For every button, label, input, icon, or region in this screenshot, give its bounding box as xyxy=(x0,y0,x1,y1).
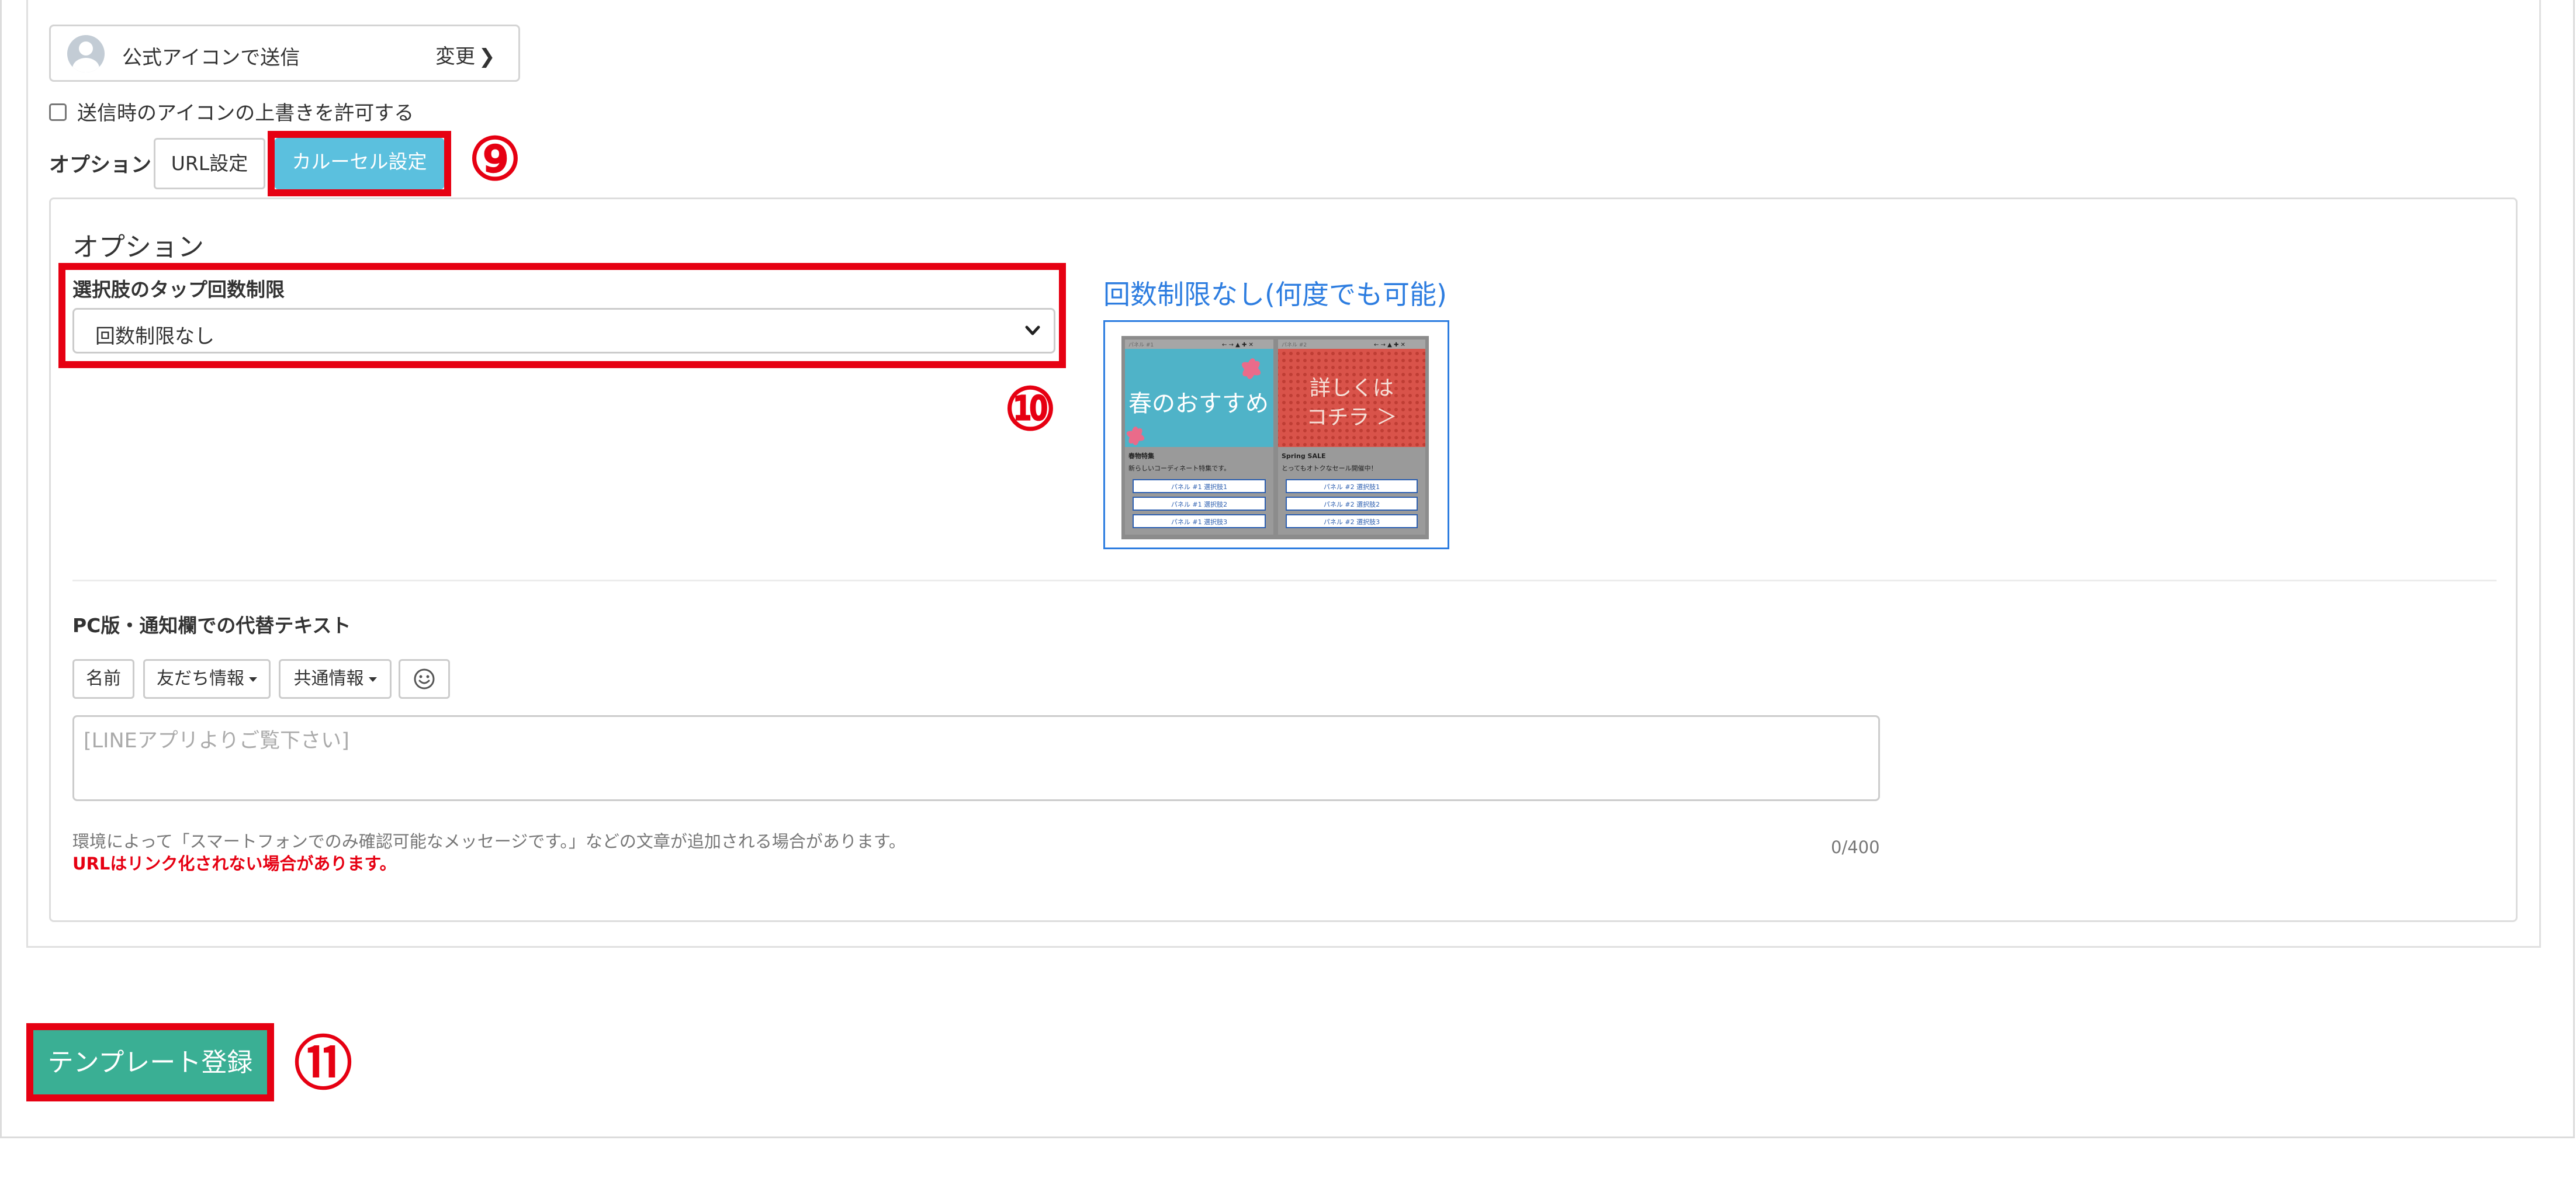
preview-panel-2-choice-2: パネル #2 選択肢2 xyxy=(1324,500,1380,508)
preview-panel-1: パネル #1 ← → ▲ ✚ ✕ 春のおすすめ 春物特集 新らしいコーディネート… xyxy=(1125,339,1273,535)
url-settings-tab[interactable]: URL設定 xyxy=(154,138,265,189)
preview-panel-2: パネル #2 ← → ▲ ✚ ✕ 詳しくは コチラ ＞ Spring SALE … xyxy=(1278,339,1425,535)
alt-text-label: PC版・通知欄での代替テキスト xyxy=(72,614,351,637)
preview-panel-1-description: 新らしいコーディネート特集です。 xyxy=(1128,464,1230,472)
preview-title: 回数制限なし(何度でも可能) xyxy=(1103,279,1447,310)
change-label: 変更 xyxy=(435,45,475,68)
preview-panel-1-choice-2: パネル #1 選択肢2 xyxy=(1171,500,1227,508)
avatar-icon xyxy=(67,35,105,72)
annotation-frame-11 xyxy=(26,1023,274,1101)
section-divider xyxy=(72,580,2497,581)
friend-info-dropdown[interactable]: 友だち情報 xyxy=(143,659,271,699)
sender-icon-selector[interactable]: 公式アイコンで送信 変更 ❯ xyxy=(49,25,520,82)
svg-text:← → ▲ ✚ ✕: ← → ▲ ✚ ✕ xyxy=(1374,342,1405,348)
preview-panel-2-description: とってもオトクなセール開催中！ xyxy=(1282,464,1377,472)
common-info-dropdown[interactable]: 共通情報 xyxy=(279,659,392,699)
preview-panel-2-image-text-2: コチラ ＞ xyxy=(1306,406,1397,429)
smiley-icon xyxy=(414,668,435,689)
preview-panel-2-name: Spring SALE xyxy=(1282,452,1326,460)
alt-text-notice: 環境によって「スマートフォンでのみ確認可能なメッセージです。」などの文章が追加さ… xyxy=(72,831,906,851)
caret-down-icon xyxy=(368,677,377,682)
options-row-label: オプション xyxy=(49,154,152,177)
annotation-frame-10 xyxy=(58,263,1066,368)
carousel-preview-image: パネル #1 ← → ▲ ✚ ✕ 春のおすすめ 春物特集 新らしいコーディネート… xyxy=(1105,322,1448,548)
annotation-marker-11: ⑪ xyxy=(294,1029,352,1098)
svg-text:← → ▲ ✚ ✕: ← → ▲ ✚ ✕ xyxy=(1222,342,1254,348)
preview-panel-1-image-text: 春のおすすめ xyxy=(1128,390,1269,417)
preview-panel-1-choice-3: パネル #1 選択肢3 xyxy=(1171,518,1227,526)
svg-text:パネル #2: パネル #2 xyxy=(1282,342,1307,348)
annotation-marker-9: ⑨ xyxy=(469,124,521,193)
url-warning-text: URLはリンク化されない場合があります。 xyxy=(72,854,397,874)
caret-down-icon xyxy=(249,677,257,682)
chevron-right-icon: ❯ xyxy=(479,45,496,68)
emoji-button[interactable] xyxy=(399,659,450,699)
overwrite-icon-checkbox[interactable] xyxy=(49,103,67,121)
alt-text-input[interactable] xyxy=(72,715,1880,801)
preview-panel-2-image-text-1: 詳しくは xyxy=(1310,376,1394,400)
overwrite-icon-label: 送信時のアイコンの上書きを許可する xyxy=(77,102,414,125)
change-sender-button[interactable]: 変更 ❯ xyxy=(435,40,496,69)
preview-panel-2-choice-1: パネル #2 選択肢1 xyxy=(1324,483,1380,491)
preview-panel-2-choice-3: パネル #2 選択肢3 xyxy=(1324,518,1380,526)
preview-panel-1-name: 春物特集 xyxy=(1128,452,1155,460)
carousel-preview: パネル #1 ← → ▲ ✚ ✕ 春のおすすめ 春物特集 新らしいコーディネート… xyxy=(1103,320,1449,549)
insert-name-button[interactable]: 名前 xyxy=(72,659,134,699)
options-heading: オプション xyxy=(72,231,205,262)
annotation-frame-9 xyxy=(268,131,451,196)
svg-text:パネル #1: パネル #1 xyxy=(1128,342,1154,348)
preview-panel-1-choice-1: パネル #1 選択肢1 xyxy=(1171,483,1227,491)
sender-label: 公式アイコンで送信 xyxy=(122,46,300,70)
char-count: 0/400 xyxy=(1831,837,1880,857)
annotation-marker-10: ⑩ xyxy=(1004,375,1057,443)
